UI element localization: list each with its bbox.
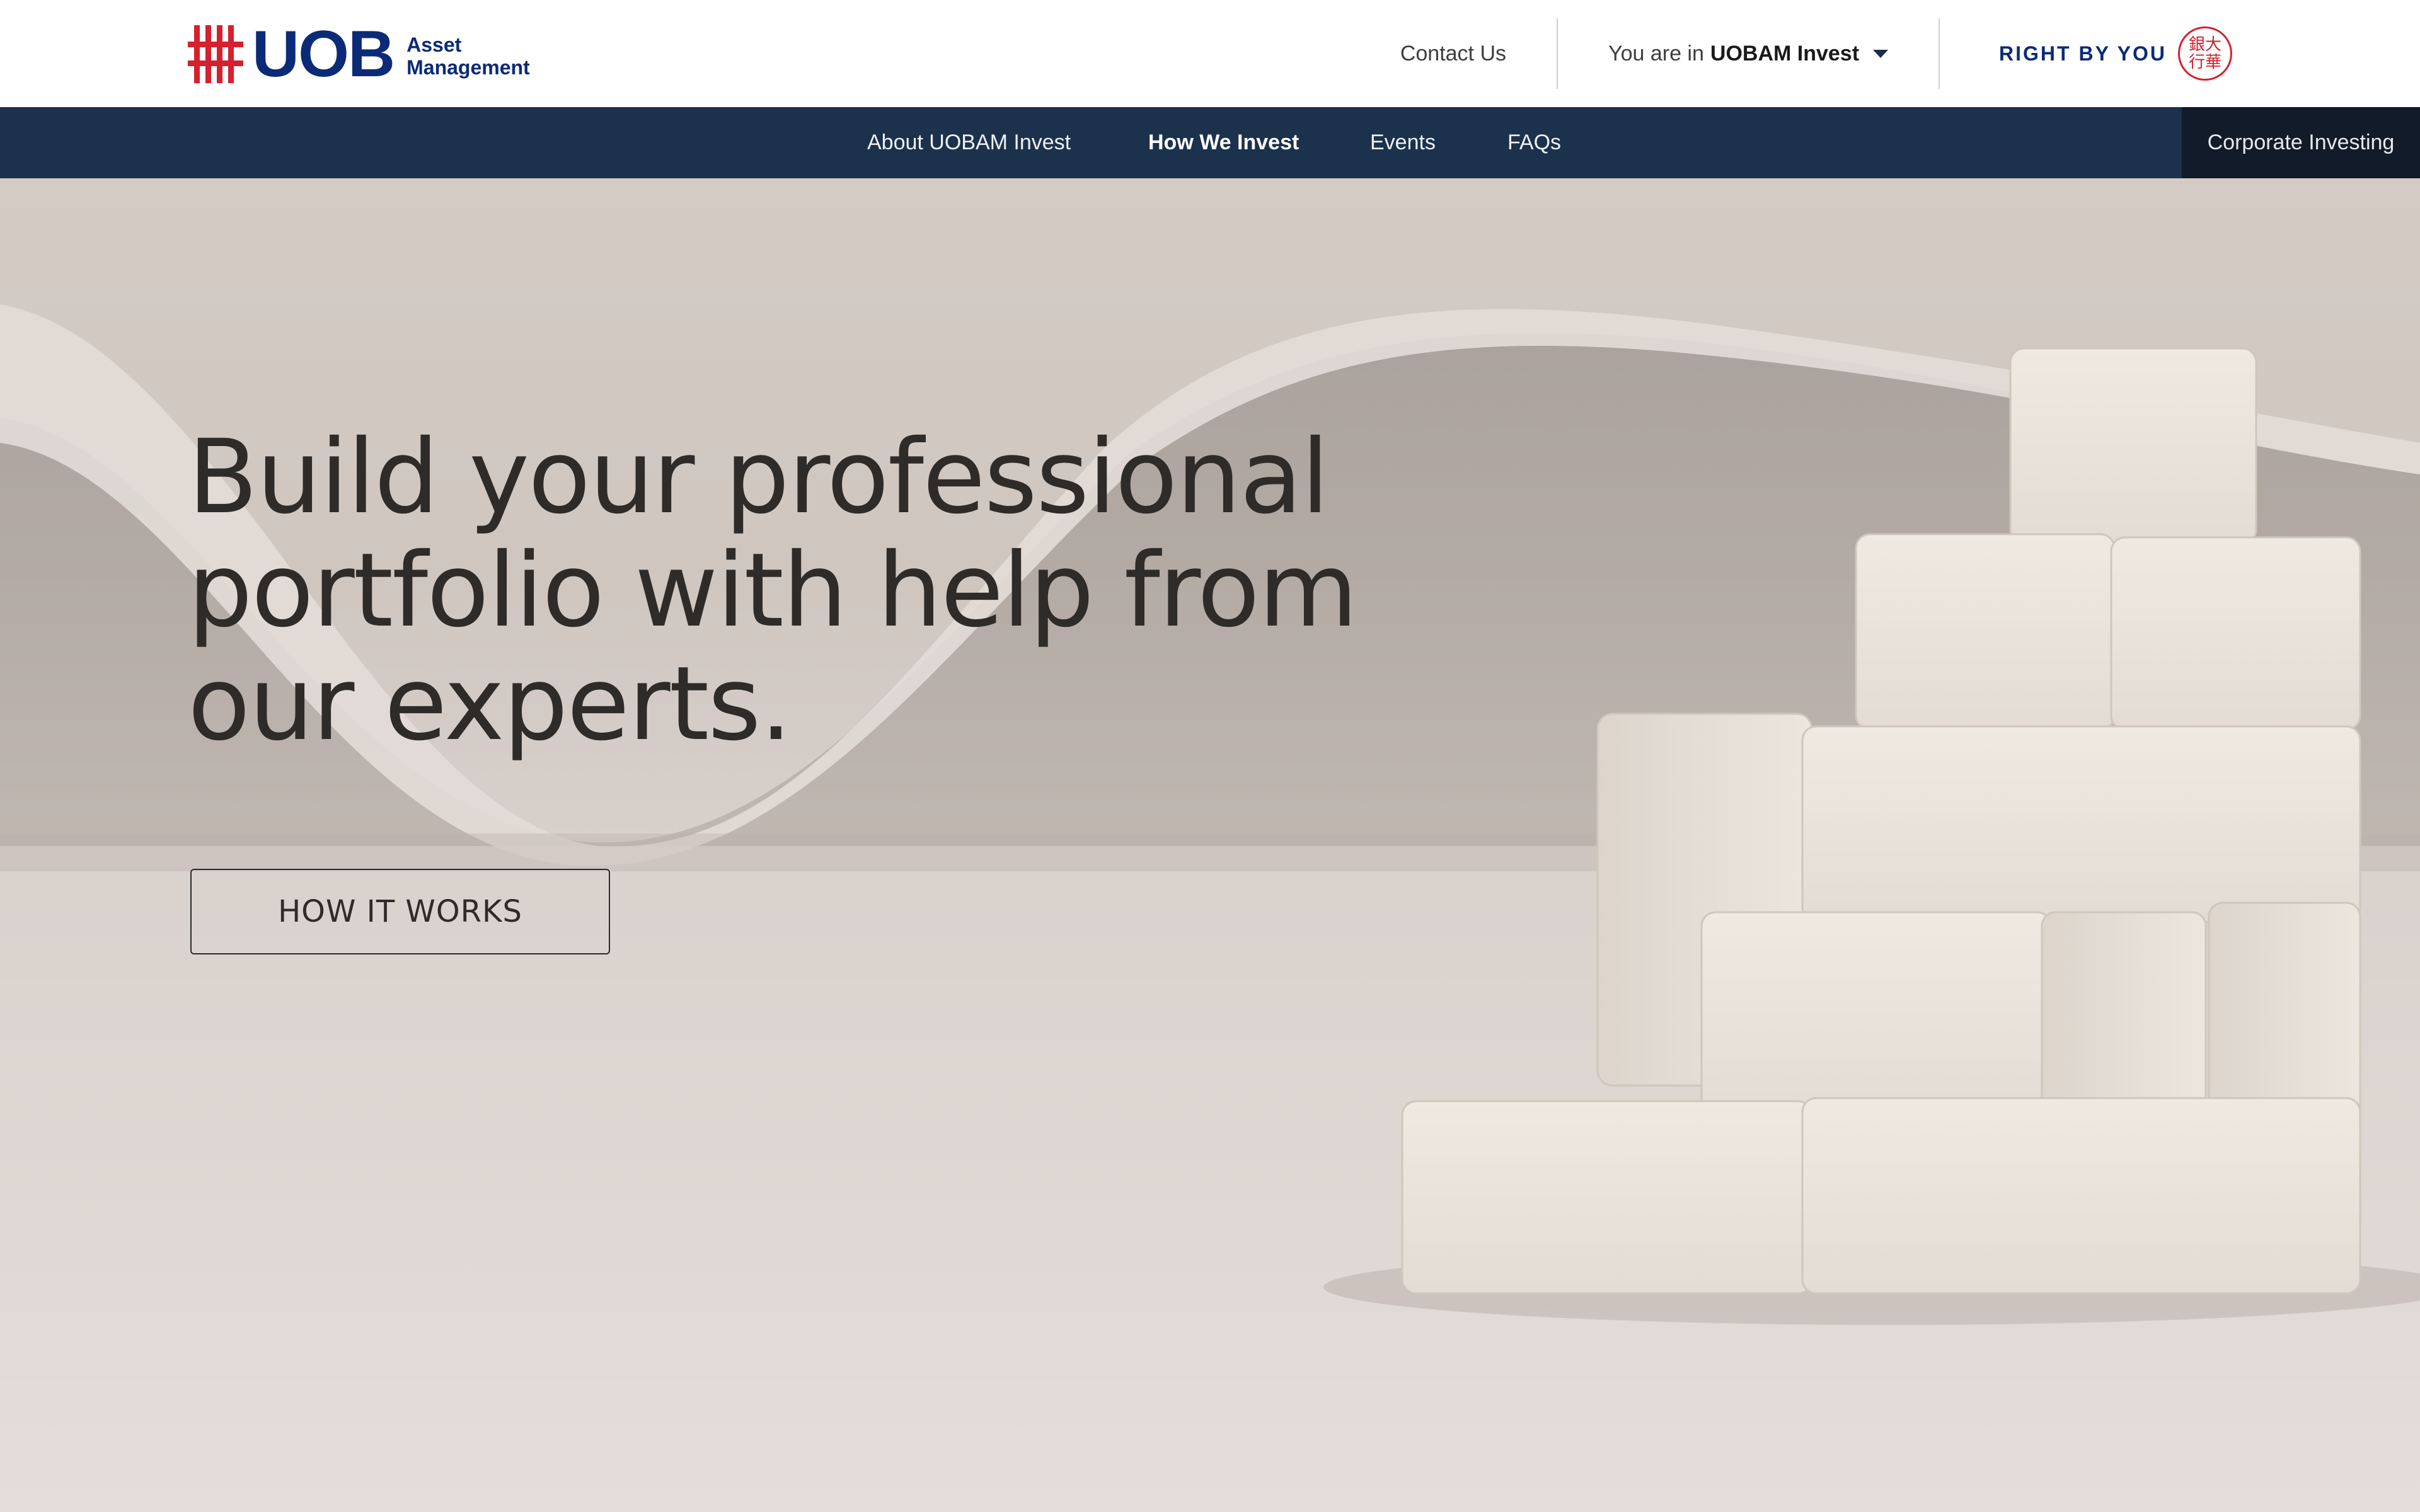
- uob-asset-management-logo[interactable]: UOB Asset Management: [188, 18, 530, 91]
- uob-chinese-seal-icon: 銀大行華: [2178, 26, 2232, 81]
- site-selector-current: UOBAM Invest: [1710, 41, 1860, 66]
- nav-item-how-we-invest[interactable]: How We Invest: [1148, 107, 1299, 178]
- nav-item-faqs[interactable]: FAQs: [1507, 107, 1561, 178]
- hero-section: Build your professional portfolio with h…: [0, 178, 2420, 1512]
- tagline: RIGHT BY YOU: [1999, 42, 2167, 65]
- headline-line-2: portfolio with help from: [188, 532, 1358, 650]
- top-header: UOB Asset Management Contact Us You are …: [0, 0, 2420, 107]
- contact-us-link[interactable]: Contact Us: [1400, 42, 1557, 66]
- hero-background-illustration: [0, 304, 2420, 1512]
- corporate-investing-link[interactable]: Corporate Investing: [2182, 107, 2420, 178]
- logo-subtitle-line1: Asset: [406, 33, 462, 56]
- how-it-works-button[interactable]: HOW IT WORKS: [190, 869, 610, 954]
- logo-subtitle-line2: Management: [406, 56, 530, 79]
- main-nav: About UOBAM Invest How We Invest Events …: [0, 107, 2420, 178]
- site-selector-dropdown[interactable]: You are in UOBAM Invest: [1558, 42, 1939, 66]
- right-by-you-brand: RIGHT BY YOU 銀大行華: [1940, 26, 2232, 81]
- headline-line-3: our experts.: [188, 645, 792, 764]
- header-utilities: Contact Us You are in UOBAM Invest RIGHT…: [1400, 18, 2232, 89]
- nav-items: About UOBAM Invest How We Invest Events …: [0, 107, 2420, 178]
- nav-item-events[interactable]: Events: [1370, 107, 1436, 178]
- hero-headline: Build your professional portfolio with h…: [188, 421, 1385, 761]
- uob-logo-icon: [188, 25, 243, 83]
- logo-subtitle: Asset Management: [406, 33, 530, 79]
- headline-line-1: Build your professional: [188, 418, 1329, 537]
- site-selector-prefix: You are in: [1608, 41, 1704, 66]
- logo-wordmark: UOB: [252, 18, 395, 91]
- nav-item-about[interactable]: About UOBAM Invest: [867, 107, 1071, 178]
- caret-down-icon: [1873, 49, 1889, 58]
